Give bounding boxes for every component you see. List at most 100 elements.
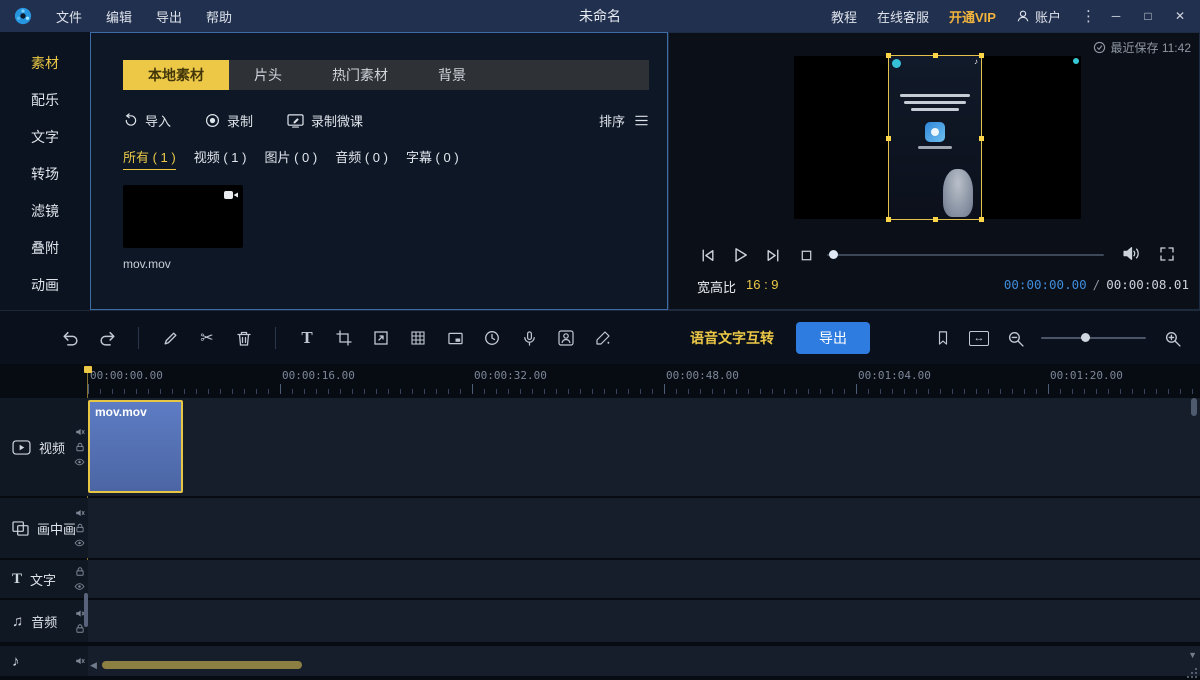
video-editor-app: 文件 编辑 导出 帮助 未命名 教程 在线客服 开通VIP 账户 ⋮ ─ □ ✕… <box>0 0 1200 680</box>
visibility-eye-icon[interactable] <box>74 457 85 467</box>
timeline-zoom-slider[interactable] <box>1041 337 1146 339</box>
menu-help[interactable]: 帮助 <box>206 7 232 26</box>
track-pip-lane[interactable] <box>88 498 1200 558</box>
tab-intro[interactable]: 片头 <box>229 60 307 90</box>
timeline-clip[interactable]: mov.mov <box>88 400 183 493</box>
track-video-lane[interactable]: mov.mov <box>88 398 1200 496</box>
track-scrollbar-thumb[interactable] <box>84 593 88 627</box>
crop-icon[interactable] <box>334 327 354 349</box>
sidebar-item-overlay[interactable]: 叠附 <box>0 229 90 266</box>
seek-bar[interactable] <box>827 254 1104 256</box>
mute-icon[interactable] <box>75 508 85 518</box>
track-audio-lane[interactable] <box>88 600 1200 642</box>
resize-handle[interactable] <box>979 53 984 58</box>
sort-button[interactable]: 排序 <box>599 111 649 130</box>
mute-icon[interactable] <box>75 427 85 437</box>
resize-handle[interactable] <box>933 217 938 222</box>
lock-icon[interactable] <box>75 523 85 533</box>
resize-handle[interactable] <box>886 217 891 222</box>
minimize-button[interactable]: ─ <box>1100 0 1132 32</box>
lock-icon[interactable] <box>75 567 85 577</box>
visibility-eye-icon[interactable] <box>74 582 85 592</box>
track-text-lane[interactable] <box>88 560 1200 598</box>
fit-timeline-icon[interactable]: ↔ <box>969 331 989 346</box>
export-button[interactable]: 导出 <box>796 322 870 354</box>
next-frame-button[interactable] <box>763 244 783 266</box>
tab-background[interactable]: 背景 <box>413 60 491 90</box>
speech-text-convert-button[interactable]: 语音文字互转 <box>690 328 774 348</box>
playhead-handle[interactable] <box>84 366 92 373</box>
sidebar-item-filter[interactable]: 滤镜 <box>0 192 90 229</box>
vertical-scrollbar-thumb[interactable] <box>1191 398 1197 416</box>
maximize-button[interactable]: □ <box>1132 0 1164 32</box>
resize-grip[interactable] <box>1186 667 1198 679</box>
lock-icon[interactable] <box>75 442 85 452</box>
sidebar-item-text[interactable]: 文字 <box>0 118 90 155</box>
sidebar-item-music[interactable]: 配乐 <box>0 81 90 118</box>
more-menu-icon[interactable]: ⋮ <box>1081 7 1096 25</box>
fullscreen-icon[interactable] <box>1159 246 1175 262</box>
text-tool-icon[interactable]: T <box>297 327 317 349</box>
duration-clock-icon[interactable] <box>482 327 502 349</box>
cut-scissors-icon[interactable]: ✂ <box>197 327 217 349</box>
fill-brush-icon[interactable] <box>593 327 613 349</box>
visibility-eye-icon[interactable] <box>74 538 85 548</box>
seek-handle[interactable] <box>829 250 838 259</box>
redo-icon[interactable] <box>97 327 117 349</box>
menu-file[interactable]: 文件 <box>56 7 82 26</box>
zoom-slider-handle[interactable] <box>1081 333 1090 342</box>
vip-link[interactable]: 开通VIP <box>949 7 996 26</box>
edit-pencil-icon[interactable] <box>160 327 180 349</box>
sidebar-item-transition[interactable]: 转场 <box>0 155 90 192</box>
tab-local-material[interactable]: 本地素材 <box>123 60 229 90</box>
zoom-in-icon[interactable] <box>1162 327 1182 349</box>
filter-video[interactable]: 视频 ( 1 ) <box>194 147 247 170</box>
person-icon <box>1016 9 1030 23</box>
record-button[interactable]: 录制 <box>205 111 253 130</box>
play-button[interactable] <box>730 244 750 266</box>
resize-handle[interactable] <box>886 136 891 141</box>
stop-button[interactable] <box>796 244 816 266</box>
menu-export[interactable]: 导出 <box>156 7 182 26</box>
filter-audio[interactable]: 音频 ( 0 ) <box>335 147 388 170</box>
aspect-ratio-value[interactable]: 16 : 9 <box>746 277 779 296</box>
transform-scale-icon[interactable] <box>371 327 391 349</box>
resize-handle[interactable] <box>979 136 984 141</box>
filter-subtitle[interactable]: 字幕 ( 0 ) <box>406 147 459 170</box>
media-thumbnail[interactable] <box>123 185 243 248</box>
voiceover-mic-icon[interactable] <box>519 327 539 349</box>
resize-handle[interactable] <box>933 53 938 58</box>
last-saved-status: 最近保存 11:42 <box>1093 39 1191 56</box>
previous-frame-button[interactable] <box>697 244 717 266</box>
support-link[interactable]: 在线客服 <box>877 7 929 26</box>
portrait-matting-icon[interactable] <box>556 327 576 349</box>
account-button[interactable]: 账户 <box>1016 7 1061 26</box>
horizontal-scrollbar[interactable]: ◀ <box>88 658 1186 672</box>
resize-handle[interactable] <box>886 53 891 58</box>
import-button[interactable]: 导入 <box>123 111 171 130</box>
tab-hot-material[interactable]: 热门素材 <box>307 60 413 90</box>
scroll-left-arrow[interactable]: ◀ <box>90 660 97 671</box>
sidebar-item-material[interactable]: 素材 <box>0 44 90 81</box>
mosaic-icon[interactable] <box>408 327 428 349</box>
preview-video-clip[interactable]: ♪ <box>889 56 981 219</box>
close-button[interactable]: ✕ <box>1164 0 1196 32</box>
filter-all[interactable]: 所有 ( 1 ) <box>123 147 176 170</box>
scroll-down-arrow[interactable]: ▼ <box>1188 650 1197 660</box>
mute-icon[interactable] <box>75 656 85 666</box>
delete-trash-icon[interactable] <box>234 327 254 349</box>
resize-handle[interactable] <box>979 217 984 222</box>
horizontal-scrollbar-thumb[interactable] <box>102 661 302 669</box>
sidebar-item-animation[interactable]: 动画 <box>0 266 90 303</box>
zoom-out-icon[interactable] <box>1005 327 1025 349</box>
undo-icon[interactable] <box>60 327 80 349</box>
pip-frame-icon[interactable] <box>445 327 465 349</box>
volume-icon[interactable] <box>1122 245 1141 262</box>
tutorial-link[interactable]: 教程 <box>831 7 857 26</box>
timeline-ruler[interactable]: 00:00:00.00 00:00:16.00 00:00:32.00 00:0… <box>0 364 1200 396</box>
marker-flag-icon[interactable] <box>933 327 953 349</box>
rotate-handle[interactable] <box>1073 58 1079 64</box>
filter-image[interactable]: 图片 ( 0 ) <box>264 147 317 170</box>
menu-edit[interactable]: 编辑 <box>106 7 132 26</box>
record-course-button[interactable]: 录制微课 <box>287 111 363 130</box>
